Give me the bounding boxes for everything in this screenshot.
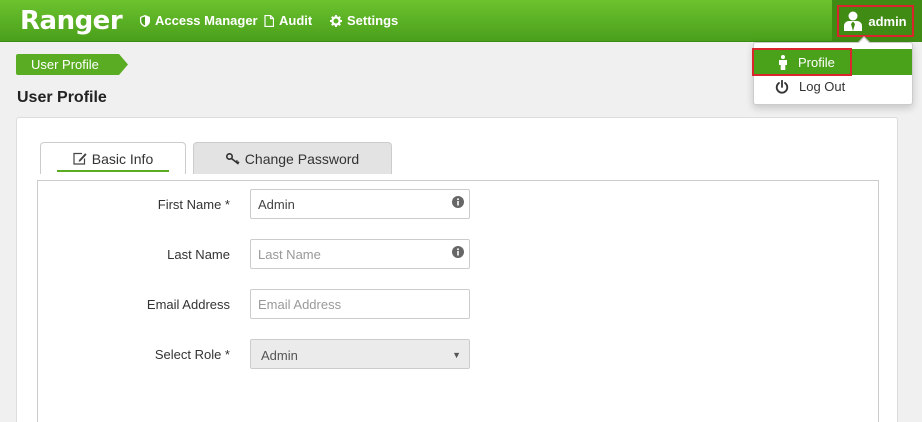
user-icon [844, 11, 863, 31]
edit-icon [73, 152, 87, 165]
role-label: Select Role * [154, 347, 230, 362]
nav-access-manager[interactable]: Access Manager [140, 13, 258, 28]
profile-menu-item[interactable]: Profile [752, 48, 852, 76]
last-name-input[interactable] [250, 239, 470, 269]
nav-audit[interactable]: Audit [264, 13, 312, 28]
caret-down-icon: ▼ [452, 350, 461, 360]
nav-settings-label: Settings [347, 13, 399, 28]
last-name-label: Last Name [167, 247, 230, 262]
page-title: User Profile [17, 89, 107, 106]
user-menu-label: admin [868, 13, 907, 29]
tab-basic-info-label: Basic Info [91, 150, 154, 167]
role-select-value: Admin [261, 348, 298, 363]
email-label: Email Address [146, 297, 230, 312]
first-name-label: First Name * [157, 197, 230, 212]
person-icon [779, 54, 787, 70]
brand-logo[interactable]: Ranger [20, 6, 123, 36]
gear-icon [330, 14, 342, 27]
nav-audit-label: Audit [279, 13, 313, 28]
breadcrumb-label: User Profile [31, 57, 99, 72]
active-tab-indicator [57, 170, 169, 172]
nav-settings[interactable]: Settings [330, 13, 398, 28]
logout-menu-label: Log Out [799, 79, 846, 94]
info-icon [452, 246, 464, 258]
logout-menu-item[interactable]: Log Out [775, 79, 845, 94]
power-icon [775, 79, 789, 93]
tab-change-password-label: Change Password [244, 150, 360, 167]
key-icon [225, 152, 240, 165]
file-icon [264, 14, 274, 27]
nav-access-manager-label: Access Manager [155, 13, 258, 28]
first-name-input[interactable] [250, 189, 470, 219]
top-navbar: Ranger Access Manager Audit Settings [0, 0, 922, 42]
shield-icon [140, 14, 150, 27]
info-icon [452, 196, 464, 208]
user-menu-button[interactable]: admin [837, 5, 914, 37]
role-select[interactable]: Admin ▼ [250, 339, 470, 369]
breadcrumb[interactable]: User Profile [16, 54, 128, 75]
email-input[interactable] [250, 289, 470, 319]
tab-basic-info[interactable]: Basic Info [40, 142, 186, 174]
tab-change-password[interactable]: Change Password [193, 142, 392, 174]
profile-menu-label: Profile [798, 54, 835, 70]
